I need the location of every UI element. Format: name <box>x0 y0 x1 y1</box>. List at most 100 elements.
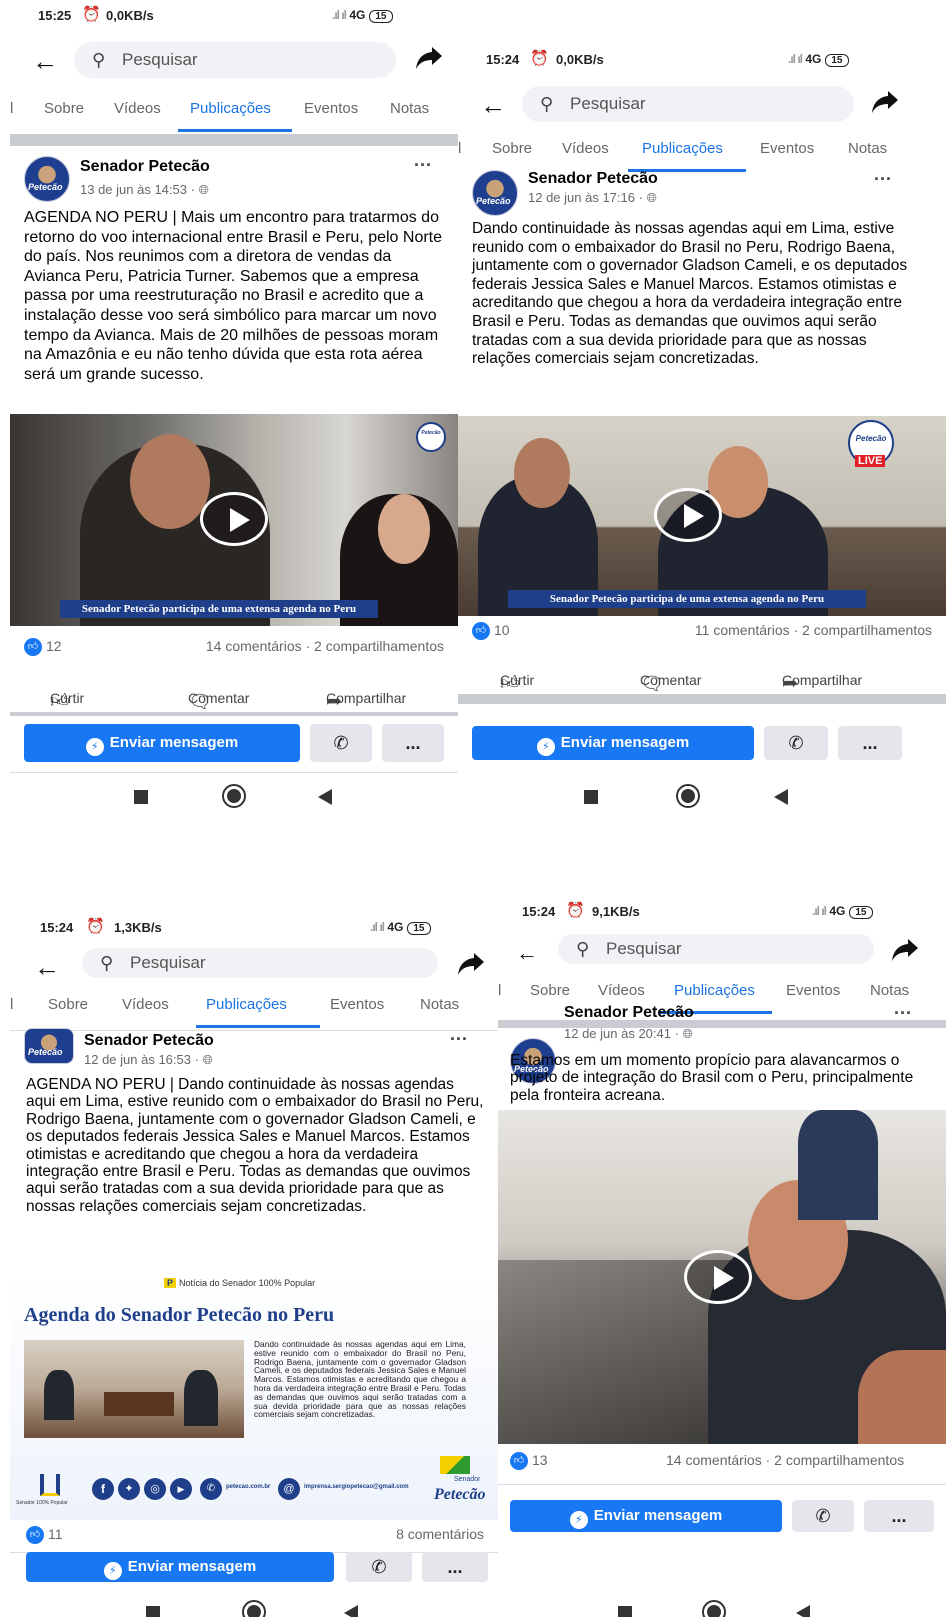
tab-eventos[interactable]: Eventos <box>304 100 358 117</box>
more-button[interactable]: ... <box>864 1500 934 1532</box>
likes-count[interactable]: 👍︎ 11 <box>26 1526 63 1545</box>
live-badge-logo: Petecão <box>855 434 887 443</box>
share-arrow-icon[interactable] <box>456 948 486 978</box>
play-button-icon[interactable] <box>654 488 722 542</box>
tab-sobre[interactable]: Sobre <box>44 100 84 117</box>
more-button[interactable]: ... <box>838 726 902 760</box>
call-button[interactable]: ✆ <box>792 1500 854 1532</box>
tab-partial[interactable]: l <box>458 140 461 157</box>
back-arrow-icon[interactable]: ← <box>516 940 538 966</box>
tab-publicacoes[interactable]: Publicações <box>674 982 755 999</box>
tab-videos[interactable]: Vídeos <box>122 996 169 1013</box>
flyer-bars-icon <box>40 1474 60 1496</box>
tab-eventos[interactable]: Eventos <box>760 140 814 157</box>
home-icon[interactable] <box>224 786 244 806</box>
back-arrow-icon[interactable]: ← <box>34 954 60 980</box>
nav-back-icon[interactable] <box>344 1605 358 1617</box>
page-avatar[interactable]: Petecão <box>24 156 70 202</box>
screenshot-panel-1: 15:25 ⏰ 0,0KB/s .ıl ıl 4G 15 ← ⚲ Pesquisar… <box>10 0 458 840</box>
tab-eventos[interactable]: Eventos <box>330 996 384 1013</box>
tab-partial[interactable]: l <box>498 982 501 999</box>
search-input[interactable]: ⚲ Pesquisar <box>82 948 438 978</box>
recents-icon[interactable] <box>134 790 148 804</box>
likes-count[interactable]: 👍︎ 10 <box>472 622 510 641</box>
search-input[interactable]: ⚲ Pesquisar <box>558 934 874 964</box>
globe-web-icon: ✆ <box>200 1478 222 1500</box>
post-date[interactable]: 13 de jun às 14:53 · 🌐︎ <box>80 182 209 198</box>
comments-shares-count[interactable]: 14 comentários · 2 compartilhamentos <box>206 638 444 654</box>
send-message-button[interactable]: ⚡︎ Enviar mensagem <box>472 726 754 760</box>
tab-videos[interactable]: Vídeos <box>114 100 161 117</box>
post-menu-icon[interactable]: ... <box>414 150 432 171</box>
post-date[interactable]: 12 de jun às 16:53 · 🌐︎ <box>84 1052 213 1068</box>
share-arrow-icon[interactable] <box>414 42 444 72</box>
nav-back-icon[interactable] <box>318 789 332 805</box>
home-icon[interactable] <box>704 1602 724 1617</box>
post-menu-icon[interactable]: ... <box>874 164 892 185</box>
post-menu-icon[interactable]: ... <box>894 998 912 1019</box>
recents-icon[interactable] <box>618 1606 632 1617</box>
page-avatar[interactable]: Petecão <box>24 1028 74 1064</box>
tab-notas[interactable]: Notas <box>390 100 429 117</box>
tab-eventos[interactable]: Eventos <box>786 982 840 999</box>
tab-videos[interactable]: Vídeos <box>598 982 645 999</box>
post-video[interactable]: Petecão Senador Petecão participa de uma… <box>10 414 458 626</box>
tab-publicacoes[interactable]: Publicações <box>642 140 723 157</box>
post-author[interactable]: Senador Petecão <box>80 158 210 176</box>
more-button[interactable]: ... <box>422 1552 488 1582</box>
play-button-icon[interactable] <box>200 492 268 546</box>
tab-partial[interactable]: l <box>10 996 13 1013</box>
home-icon[interactable] <box>678 786 698 806</box>
nav-back-icon[interactable] <box>796 1605 810 1617</box>
flyer-title: Agenda do Senador Petecão no Peru <box>24 1304 335 1326</box>
page-avatar[interactable]: Petecão <box>472 170 518 216</box>
more-label: ... <box>447 1557 463 1577</box>
recents-icon[interactable] <box>146 1606 160 1617</box>
tab-videos[interactable]: Vídeos <box>562 140 609 157</box>
play-button-icon[interactable] <box>684 1250 752 1304</box>
send-message-button[interactable]: ⚡︎ Enviar mensagem <box>510 1500 782 1532</box>
post-video[interactable]: Petecão LIVE Senador Petecão participa de… <box>458 416 946 616</box>
share-arrow-icon[interactable] <box>870 86 900 116</box>
likes-count[interactable]: 👍︎ 13 <box>510 1452 548 1471</box>
post-author[interactable]: Senador Petecão <box>528 170 658 188</box>
comments-shares-count[interactable]: 8 comentários <box>396 1526 484 1542</box>
tab-notas[interactable]: Notas <box>420 996 459 1013</box>
comments-shares-count[interactable]: 14 comentários · 2 compartilhamentos <box>666 1452 904 1468</box>
post-image-flyer[interactable]: P Notícia do Senador 100% Popular Agenda … <box>10 1274 498 1520</box>
share-arrow-icon[interactable] <box>890 934 920 964</box>
comment-label: Comentar <box>188 690 250 706</box>
more-button[interactable]: ... <box>382 724 444 762</box>
post-video[interactable] <box>498 1110 946 1444</box>
tab-publicacoes[interactable]: Publicações <box>206 996 287 1013</box>
post-date[interactable]: 12 de jun às 17:16 · 🌐︎ <box>528 190 657 206</box>
send-message-button[interactable]: ⚡︎ Enviar mensagem <box>26 1552 334 1582</box>
home-icon[interactable] <box>244 1602 264 1617</box>
post-date[interactable]: 12 de jun às 20:41 · 🌐︎ <box>564 1026 693 1042</box>
send-message-button[interactable]: ⚡︎ Enviar mensagem <box>24 724 300 762</box>
tab-partial[interactable]: l <box>10 100 13 117</box>
search-input[interactable]: ⚲ Pesquisar <box>74 42 396 78</box>
likes-count[interactable]: 👍︎ 12 <box>24 638 62 657</box>
post-author[interactable]: Senador Petecão <box>564 1004 694 1022</box>
video-face-left <box>514 438 570 508</box>
nav-back-icon[interactable] <box>774 789 788 805</box>
tab-sobre[interactable]: Sobre <box>530 982 570 999</box>
recents-icon[interactable] <box>584 790 598 804</box>
call-button[interactable]: ✆ <box>310 724 372 762</box>
tab-publicacoes[interactable]: Publicações <box>190 100 271 117</box>
tab-notas[interactable]: Notas <box>848 140 887 157</box>
divider <box>498 1484 946 1485</box>
back-arrow-icon[interactable]: ← <box>32 48 58 74</box>
tab-notas[interactable]: Notas <box>870 982 909 999</box>
call-button[interactable]: ✆ <box>346 1552 412 1582</box>
post-menu-icon[interactable]: ... <box>450 1024 468 1045</box>
post-author[interactable]: Senador Petecão <box>84 1032 214 1050</box>
comments-shares-count[interactable]: 11 comentários · 2 compartilhamentos <box>695 622 932 638</box>
back-arrow-icon[interactable]: ← <box>480 92 506 118</box>
call-button[interactable]: ✆ <box>764 726 828 760</box>
post-date-text: 12 de jun às 17:16 · <box>528 190 647 205</box>
tab-sobre[interactable]: Sobre <box>48 996 88 1013</box>
search-input[interactable]: ⚲ Pesquisar <box>522 86 854 122</box>
tab-sobre[interactable]: Sobre <box>492 140 532 157</box>
